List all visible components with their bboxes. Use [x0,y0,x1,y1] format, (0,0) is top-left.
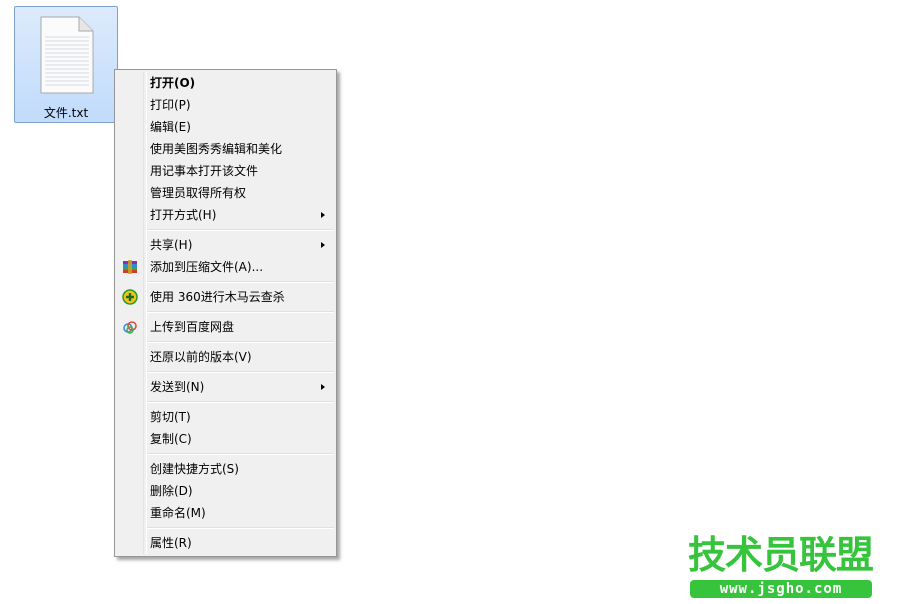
360-security-icon [122,289,138,305]
watermark-url: www.jsgho.com [690,580,872,598]
menu-item-label: 重命名(M) [150,506,206,520]
menu-item-label: 使用美图秀秀编辑和美化 [150,142,283,156]
menu-item[interactable]: 管理员取得所有权 [118,182,333,204]
menu-item[interactable]: 复制(C) [118,428,333,450]
menu-item-label: 共享(H) [150,238,193,252]
menu-item-label: 打印(P) [150,98,191,112]
menu-item[interactable]: 还原以前的版本(V) [118,346,333,368]
menu-item[interactable]: 创建快捷方式(S) [118,458,333,480]
desktop-file-selected[interactable]: 文件.txt [14,6,118,123]
menu-item[interactable]: 使用美图秀秀编辑和美化 [118,138,333,160]
menu-item[interactable]: 打印(P) [118,94,333,116]
menu-item[interactable]: 上传到百度网盘 [118,316,333,338]
menu-item[interactable]: 重命名(M) [118,502,333,524]
menu-item-label: 用记事本打开该文件 [150,164,259,178]
menu-item-label: 发送到(N) [150,380,205,394]
menu-item-label: 剪切(T) [150,410,191,424]
baidu-netdisk-icon [122,319,138,335]
menu-item-label: 编辑(E) [150,120,191,134]
menu-item[interactable]: 剪切(T) [118,406,333,428]
menu-separator [147,341,334,343]
menu-separator [147,401,334,403]
menu-item-label: 删除(D) [150,484,193,498]
submenu-arrow-icon [321,212,325,218]
menu-item-label: 复制(C) [150,432,192,446]
submenu-arrow-icon [321,242,325,248]
file-name-label: 文件.txt [43,106,89,120]
menu-item-label: 创建快捷方式(S) [150,462,239,476]
menu-item-label: 还原以前的版本(V) [150,350,252,364]
menu-item-label: 添加到压缩文件(A)... [150,260,264,274]
submenu-arrow-icon [321,384,325,390]
context-menu: 打开(O) 打印(P) 编辑(E) 使用美图秀秀编辑和美化 用记事本打开该文件 管理员取得… [114,69,337,557]
menu-item[interactable]: 用记事本打开该文件 [118,160,333,182]
menu-item[interactable]: 发送到(N) [118,376,333,398]
menu-separator [147,371,334,373]
menu-item[interactable]: 删除(D) [118,480,333,502]
menu-separator [147,311,334,313]
text-file-icon [40,16,94,94]
menu-separator [147,281,334,283]
menu-item[interactable]: 打开(O) [118,72,333,94]
menu-item[interactable]: 打开方式(H) [118,204,333,226]
menu-separator [147,453,334,455]
menu-separator [147,229,334,231]
menu-item[interactable]: 共享(H) [118,234,333,256]
menu-item[interactable]: 添加到压缩文件(A)... [118,256,333,278]
menu-item-label: 使用 360进行木马云查杀 [150,290,285,304]
menu-item-label: 属性(R) [150,536,192,550]
winrar-icon [122,259,138,275]
watermark-title: 技术员联盟 [688,533,874,577]
menu-item-label: 上传到百度网盘 [150,320,235,334]
menu-separator [147,527,334,529]
menu-item[interactable]: 使用 360进行木马云查杀 [118,286,333,308]
menu-item[interactable]: 编辑(E) [118,116,333,138]
menu-item[interactable]: 属性(R) [118,532,333,554]
menu-item-label: 管理员取得所有权 [150,186,247,200]
menu-item-label: 打开方式(H) [150,208,217,222]
menu-item-label: 打开(O) [150,76,196,90]
